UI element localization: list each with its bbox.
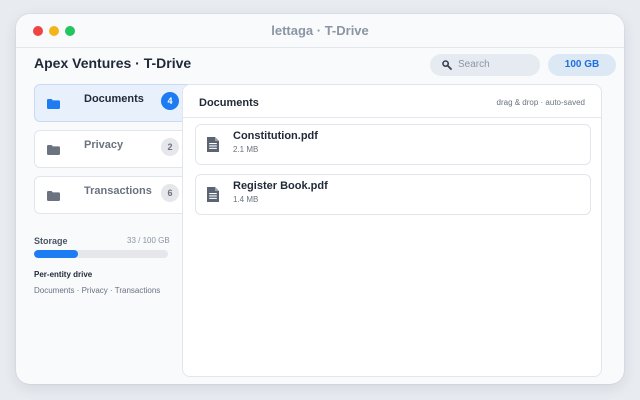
folder-icon — [47, 99, 60, 109]
sidebar-item-transactions[interactable]: Transactions 6 — [34, 176, 196, 214]
count-badge: 6 — [161, 184, 179, 202]
window-title: lettaga · T-Drive — [271, 23, 369, 38]
file-panel-title: Documents — [199, 97, 259, 109]
file-panel: Documents drag & drop · auto-saved Const… — [182, 84, 602, 377]
title-bar: lettaga · T-Drive — [16, 14, 624, 48]
storage-progress-fill — [34, 250, 79, 258]
drive-info-title: Per-entity drive — [34, 270, 93, 279]
file-size: 2.1 MB — [233, 145, 259, 154]
file-panel-header: Documents drag & drop · auto-saved — [183, 85, 601, 118]
file-item[interactable]: Constitution.pdf 2.1 MB — [195, 124, 591, 165]
file-item[interactable]: Register Book.pdf 1.4 MB — [195, 174, 591, 215]
folder-icon — [47, 191, 60, 201]
document-icon — [207, 137, 219, 152]
count-badge: 4 — [161, 92, 179, 110]
storage-value: 33 / 100 GB — [127, 236, 170, 245]
search-icon — [442, 60, 452, 70]
sidebar-item-privacy[interactable]: Privacy 2 — [34, 130, 196, 168]
app-window: lettaga · T-Drive Apex Ventures · T-Driv… — [16, 14, 624, 384]
search-input[interactable]: Search — [430, 54, 540, 76]
storage-progress-bar — [34, 250, 168, 258]
document-icon — [207, 187, 219, 202]
folder-icon — [47, 145, 60, 155]
drive-info-description: Documents · Privacy · Transactions — [34, 286, 161, 295]
sidebar-item-label: Privacy — [84, 139, 124, 151]
storage-label: Storage — [34, 236, 68, 246]
search-placeholder: Search — [458, 59, 490, 70]
sidebar-item-label: Transactions — [84, 185, 152, 197]
file-name: Constitution.pdf — [233, 130, 318, 142]
sidebar-item-documents[interactable]: Documents 4 — [34, 84, 196, 122]
file-size: 1.4 MB — [233, 195, 259, 204]
sidebar-item-label: Documents — [84, 93, 144, 105]
file-name: Register Book.pdf — [233, 180, 328, 192]
count-badge: 2 — [161, 138, 179, 156]
storage-quota-button[interactable]: 100 GB — [548, 54, 616, 76]
drop-hint: drag & drop · auto-saved — [496, 98, 586, 107]
page-title: Apex Ventures · T-Drive — [34, 55, 192, 71]
